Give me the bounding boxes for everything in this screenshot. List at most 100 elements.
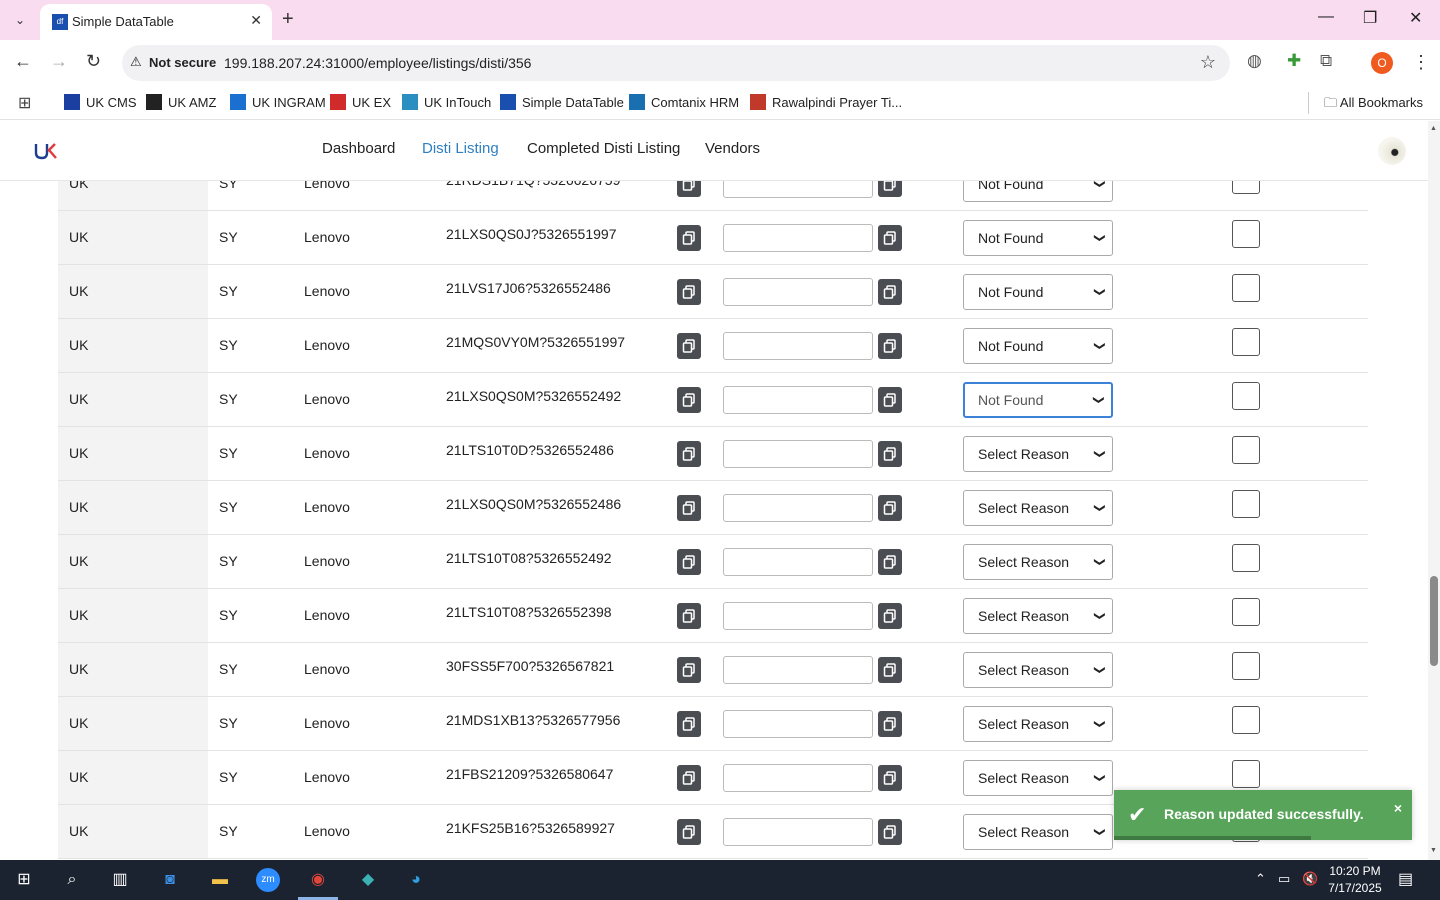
extensions-puzzle-icon[interactable]: ⧉ [1320,51,1332,71]
url-text[interactable]: 199.188.207.24:31000/employee/listings/d… [224,55,531,71]
nav-dashboard[interactable]: Dashboard [322,140,395,157]
copy-sku-button[interactable] [677,819,701,845]
listing-input[interactable] [723,332,873,360]
listing-input[interactable] [723,656,873,684]
copy-input-button[interactable] [878,549,902,575]
copy-sku-button[interactable] [677,657,701,683]
close-window-icon[interactable]: ✕ [1409,8,1422,28]
new-tab-icon[interactable]: + [282,8,294,31]
not-secure-label[interactable]: Not secure [149,55,216,70]
copy-input-button[interactable] [878,181,902,197]
copy-input-button[interactable] [878,225,902,251]
listing-input[interactable] [723,181,873,198]
listing-input[interactable] [723,818,873,846]
windows-start-icon[interactable]: ⊞ [12,868,36,892]
listing-input[interactable] [723,548,873,576]
toast-close-icon[interactable]: × [1394,800,1402,816]
copy-input-button[interactable] [878,279,902,305]
reason-select[interactable]: Not Found ❯ [963,382,1113,418]
reason-select[interactable]: Not Found ❯ [963,181,1113,202]
copy-input-button[interactable] [878,819,902,845]
copy-input-button[interactable] [878,765,902,791]
outlook-icon[interactable]: ◙ [158,868,182,892]
user-avatar[interactable] [1378,137,1406,165]
scrollbar-thumb[interactable] [1430,576,1438,666]
zoom-icon[interactable]: zm [256,868,280,892]
bookmark-item[interactable]: UK InTouch [402,94,491,110]
row-checkbox[interactable] [1232,382,1260,410]
network-icon[interactable]: ▭ [1278,871,1290,887]
reason-select[interactable]: Select Reason ❯ [963,760,1113,796]
listing-input[interactable] [723,440,873,468]
row-checkbox[interactable] [1232,436,1260,464]
bookmark-item[interactable]: Rawalpindi Prayer Ti... [750,94,902,110]
taskbar-clock[interactable]: 10:20 PM 7/17/2025 [1320,863,1390,897]
row-checkbox[interactable] [1232,490,1260,518]
row-checkbox[interactable] [1232,544,1260,572]
tray-chevron-icon[interactable]: ⌃ [1255,871,1266,887]
listing-input[interactable] [723,386,873,414]
close-tab-icon[interactable]: ✕ [250,12,262,29]
row-checkbox[interactable] [1232,274,1260,302]
notifications-icon[interactable]: ▤ [1398,869,1413,889]
reason-select[interactable]: Not Found ❯ [963,328,1113,364]
row-checkbox[interactable] [1232,181,1260,194]
back-icon[interactable]: ← [14,51,32,72]
reason-select[interactable]: Select Reason ❯ [963,598,1113,634]
bookmark-item[interactable]: UK EX [330,94,391,110]
chrome-icon[interactable]: ◉ [306,868,330,892]
copy-input-button[interactable] [878,333,902,359]
forward-icon[interactable]: → [50,51,68,72]
nav-disti-listing[interactable]: Disti Listing [422,140,499,157]
copy-sku-button[interactable] [677,711,701,737]
reason-select[interactable]: Select Reason ❯ [963,652,1113,688]
row-checkbox[interactable] [1232,706,1260,734]
listing-input[interactable] [723,278,873,306]
extension-plus-icon[interactable]: ✚ [1287,51,1301,71]
row-checkbox[interactable] [1232,760,1260,788]
copy-sku-button[interactable] [677,495,701,521]
reload-icon[interactable]: ↻ [86,51,101,72]
bookmark-star-icon[interactable]: ☆ [1200,52,1216,73]
reason-select[interactable]: Select Reason ❯ [963,706,1113,742]
listing-input[interactable] [723,602,873,630]
copy-sku-button[interactable] [677,181,701,197]
bookmark-item[interactable]: UK CMS [64,94,137,110]
copy-input-button[interactable] [878,657,902,683]
row-checkbox[interactable] [1232,598,1260,626]
address-bar[interactable]: ⚠ Not secure 199.188.207.24:31000/employ… [122,45,1230,81]
copy-input-button[interactable] [878,711,902,737]
copy-sku-button[interactable] [677,387,701,413]
copy-input-button[interactable] [878,441,902,467]
apps-grid-icon[interactable]: ⊞ [18,93,31,113]
bookmark-item[interactable]: Comtanix HRM [629,94,739,110]
all-bookmarks[interactable]: 🗀 All Bookmarks [1324,94,1423,116]
copy-input-button[interactable] [878,495,902,521]
minimize-icon[interactable]: — [1318,8,1334,26]
uk-logo[interactable] [34,141,58,161]
menu-kebab-icon[interactable]: ⋮ [1412,52,1430,73]
row-checkbox[interactable] [1232,328,1260,356]
listing-input[interactable] [723,494,873,522]
scroll-up-arrow[interactable]: ▲ [1430,125,1437,132]
scroll-down-arrow[interactable]: ▼ [1430,847,1437,854]
copy-sku-button[interactable] [677,333,701,359]
reason-select[interactable]: Select Reason ❯ [963,814,1113,850]
copy-sku-button[interactable] [677,603,701,629]
row-checkbox[interactable] [1232,220,1260,248]
copy-sku-button[interactable] [677,765,701,791]
listing-input[interactable] [723,764,873,792]
reason-select[interactable]: Select Reason ❯ [963,436,1113,472]
nav-completed-disti-listing[interactable]: Completed Disti Listing [527,140,680,157]
translate-icon[interactable]: ◍ [1247,51,1262,71]
bookmark-item[interactable]: UK INGRAM [230,94,326,110]
file-explorer-icon[interactable]: ▬ [208,868,232,892]
page-scrollbar[interactable]: ▲ ▼ [1428,121,1440,860]
reason-select[interactable]: Select Reason ❯ [963,490,1113,526]
listing-input[interactable] [723,710,873,738]
browser-tab[interactable]: df Simple DataTable ✕ [40,4,272,40]
nav-vendors[interactable]: Vendors [705,140,760,157]
row-checkbox[interactable] [1232,652,1260,680]
reason-select[interactable]: Not Found ❯ [963,274,1113,310]
edge-icon[interactable]: ◕ [404,868,428,892]
